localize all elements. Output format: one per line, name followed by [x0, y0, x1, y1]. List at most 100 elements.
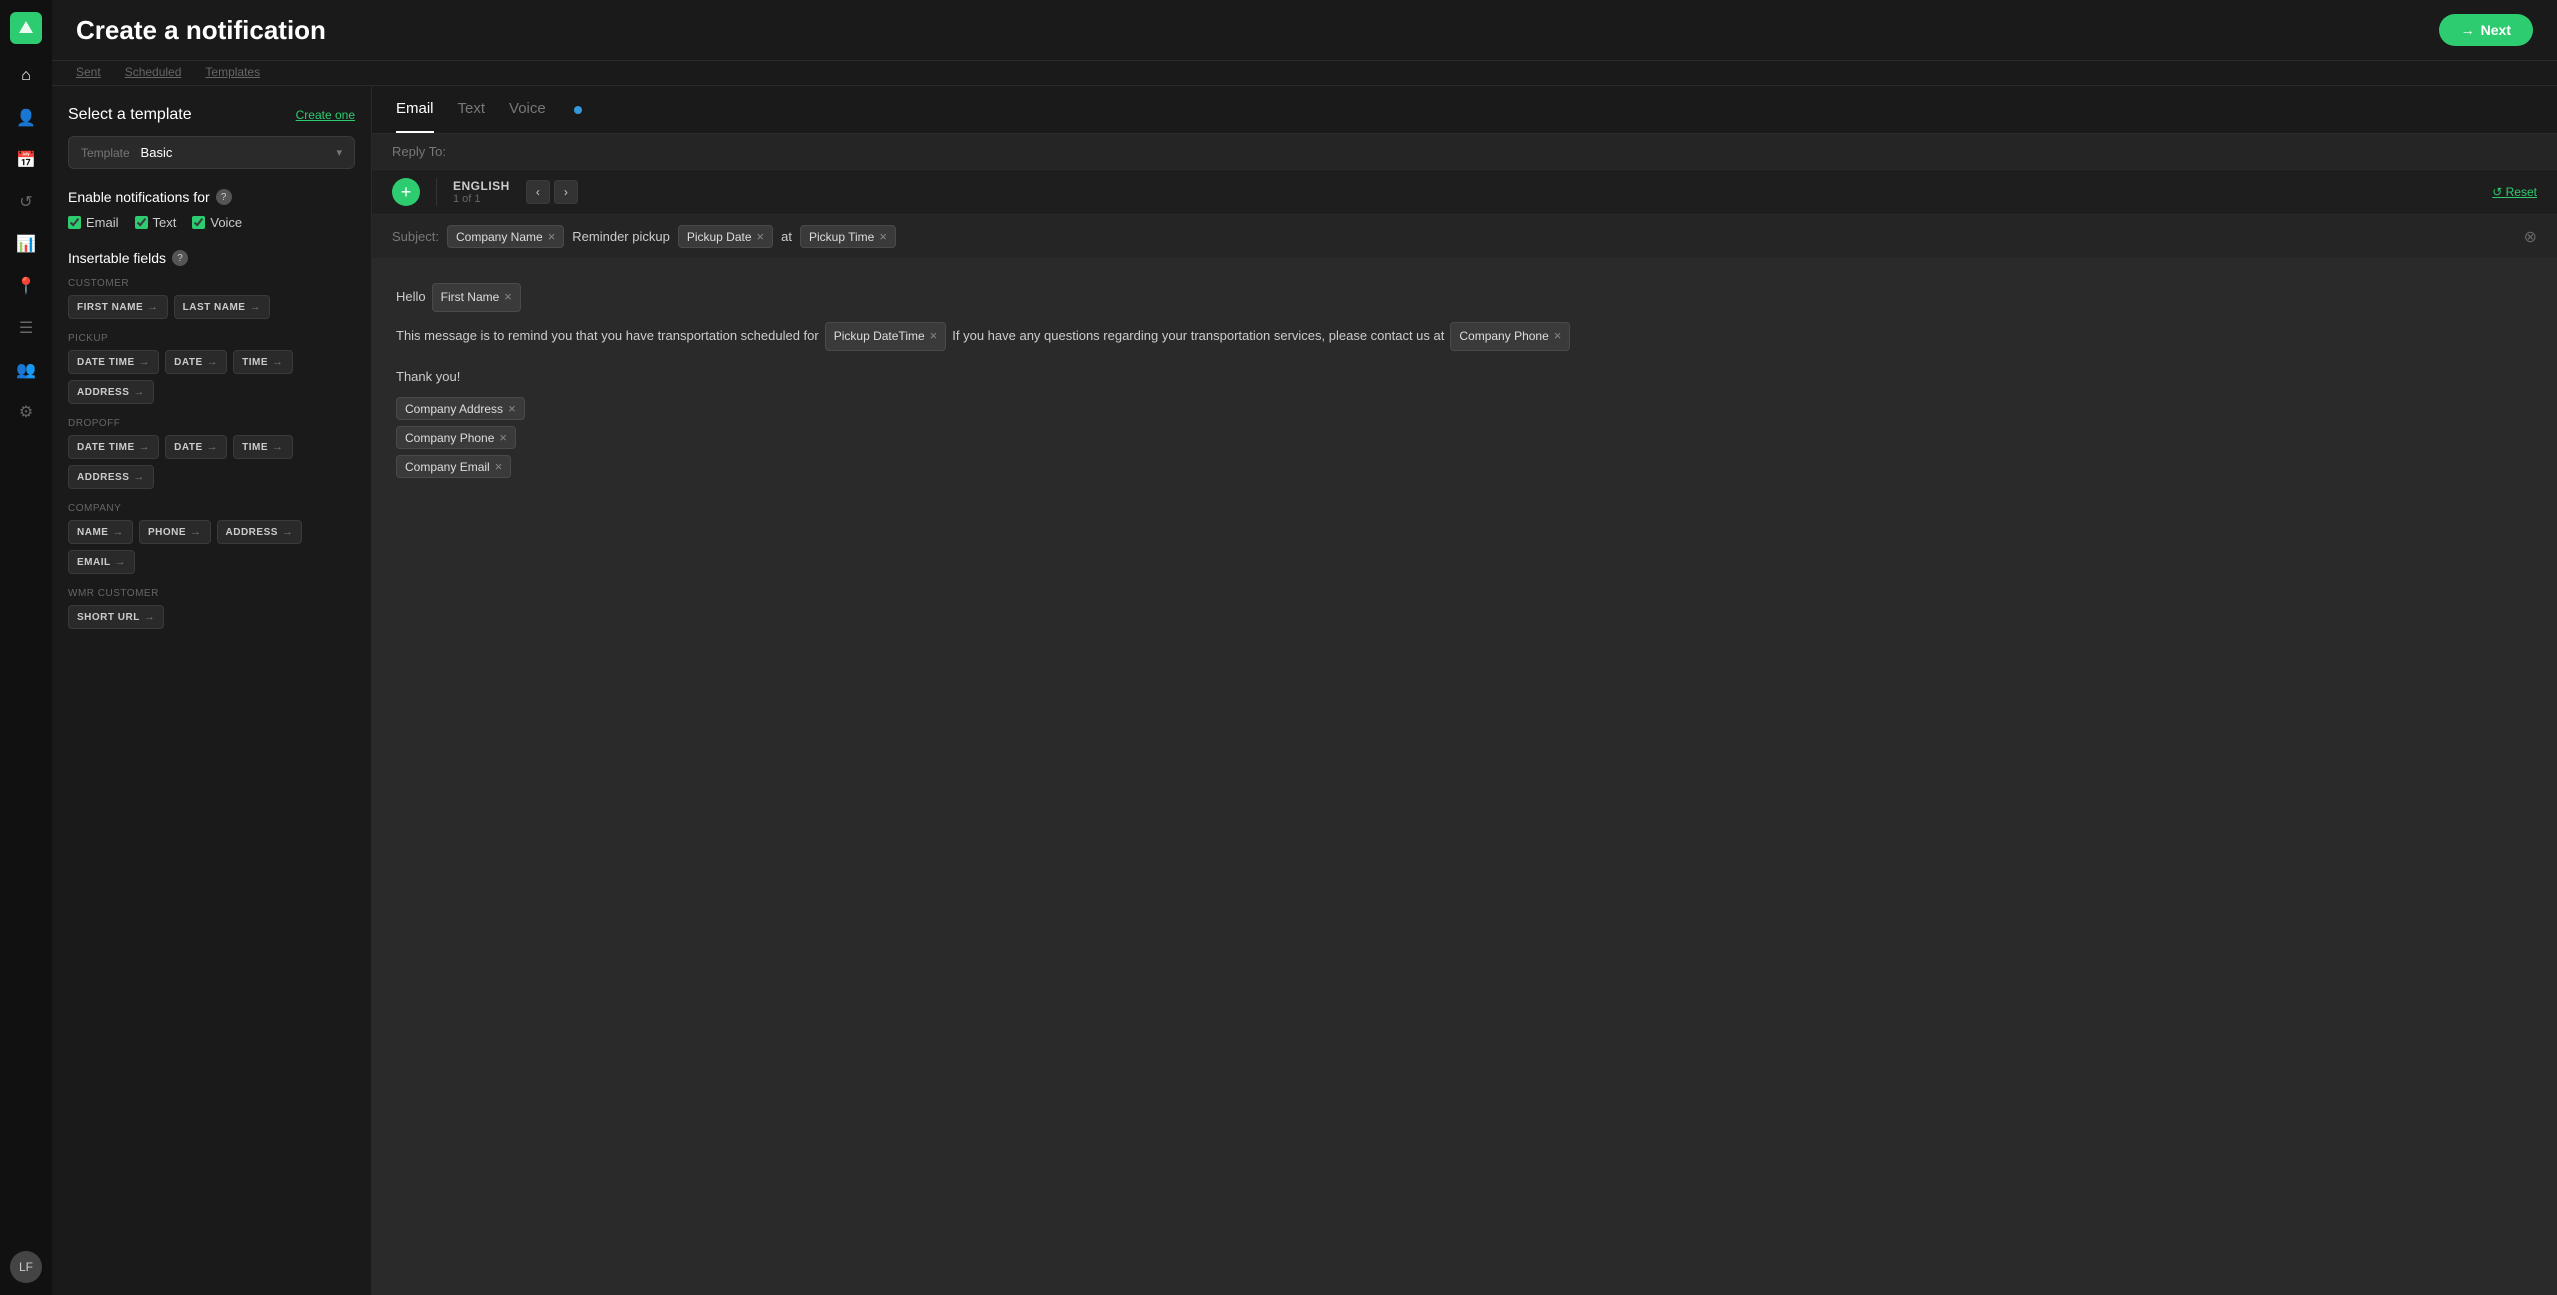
channel-tabs: Email Text Voice [372, 86, 2557, 134]
message-suffix: If you have any questions regarding your… [952, 326, 1444, 347]
field-btn-pickup-time[interactable]: TIME → [233, 350, 292, 374]
content-area: Select a template Create one Template Ba… [52, 86, 2557, 1295]
nav-icon-chart[interactable]: 📊 [8, 226, 44, 262]
language-count: 1 of 1 [453, 193, 510, 205]
next-button[interactable]: → Next [2439, 14, 2533, 46]
tab-voice[interactable]: Voice [509, 86, 546, 133]
remove-company-phone-footer-icon[interactable]: × [499, 430, 507, 445]
field-btn-pickup-address[interactable]: ADDRESS → [68, 380, 154, 404]
subnav-sent[interactable]: Sent [76, 65, 101, 85]
nav-icon-home[interactable]: ⌂ [8, 58, 44, 94]
arrow-icon: → [207, 441, 219, 453]
template-label: Template [81, 146, 130, 160]
template-dropdown[interactable]: Template Basic ▾ [68, 136, 355, 169]
nav-icon-calendar[interactable]: 📅 [8, 142, 44, 178]
arrow-icon: → [139, 441, 151, 453]
create-one-link[interactable]: Create one [296, 108, 355, 122]
chip-text: Pickup Time [809, 230, 874, 244]
email-content: Hello First Name × This message is to re… [396, 283, 2533, 478]
subject-chip-pickup-time: Pickup Time × [800, 225, 896, 248]
remove-company-address-icon[interactable]: × [508, 401, 516, 416]
pickup-address-buttons: ADDRESS → [68, 380, 355, 404]
nav-icon-history[interactable]: ↺ [8, 184, 44, 220]
dropoff-field-buttons: DATE TIME → DATE → TIME → [68, 435, 355, 459]
arrow-icon: → [272, 356, 284, 368]
chevron-down-icon: ▾ [336, 146, 342, 159]
field-btn-first-name[interactable]: FIRST NAME → [68, 295, 168, 319]
arrow-icon: → [207, 356, 219, 368]
wmr-label: WMR CUSTOMER [68, 588, 355, 599]
subject-bar: Subject: Company Name × Reminder pickup … [372, 215, 2557, 259]
field-btn-company-phone[interactable]: PHONE → [139, 520, 211, 544]
company-field-buttons: NAME → PHONE → ADDRESS → [68, 520, 355, 544]
checkbox-text[interactable]: Text [135, 215, 177, 230]
arrow-icon: → [139, 356, 151, 368]
insertable-info-icon[interactable]: ? [172, 250, 188, 266]
subject-label: Subject: [392, 229, 439, 244]
remove-pickup-datetime-icon[interactable]: × [930, 326, 938, 347]
nav-icon-team[interactable]: 👥 [8, 352, 44, 388]
nav-icon-settings[interactable]: ⚙ [8, 394, 44, 430]
field-btn-company-name[interactable]: NAME → [68, 520, 133, 544]
checkbox-email[interactable]: Email [68, 215, 119, 230]
company-email-chip: Company Email × [396, 455, 511, 478]
field-btn-dropoff-address[interactable]: ADDRESS → [68, 465, 154, 489]
chip-text: Pickup DateTime [834, 327, 925, 346]
message-prefix: This message is to remind you that you h… [396, 326, 819, 347]
remove-company-name-icon[interactable]: × [548, 229, 556, 244]
footer-chip-email: Company Email × [396, 455, 2533, 478]
subnav-scheduled[interactable]: Scheduled [125, 65, 182, 85]
insertable-fields-title: Insertable fields ? [68, 250, 355, 266]
lang-prev-button[interactable]: ‹ [526, 180, 550, 204]
chip-text: Company Name [456, 230, 543, 244]
avatar[interactable]: LF [10, 1251, 42, 1283]
pickup-field-buttons: DATE TIME → DATE → TIME → [68, 350, 355, 374]
remove-company-email-icon[interactable]: × [495, 459, 503, 474]
add-language-button[interactable]: + [392, 178, 420, 206]
field-btn-dropoff-datetime[interactable]: DATE TIME → [68, 435, 159, 459]
tab-text[interactable]: Text [458, 86, 486, 133]
subject-chip-pickup-date: Pickup Date × [678, 225, 773, 248]
chip-text: Company Phone [1459, 327, 1548, 346]
company-email-buttons: EMAIL → [68, 550, 355, 574]
insertable-fields-section: Insertable fields ? CUSTOMER FIRST NAME … [68, 250, 355, 629]
nav-icon-contacts[interactable]: 👤 [8, 100, 44, 136]
subject-clear-button[interactable]: ⊗ [2524, 227, 2537, 247]
checkbox-voice[interactable]: Voice [192, 215, 242, 230]
enable-info-icon[interactable]: ? [216, 189, 232, 205]
next-label: Next [2481, 22, 2511, 38]
reply-to-bar: Reply To: [372, 134, 2557, 170]
subnav: Sent Scheduled Templates [52, 61, 2557, 86]
reset-link[interactable]: ↺ Reset [2492, 185, 2537, 199]
remove-pickup-time-icon[interactable]: × [879, 229, 887, 244]
nav-icon-list[interactable]: ☰ [8, 310, 44, 346]
enable-notifications-section: Enable notifications for ? Email Text Vo… [68, 189, 355, 230]
footer-chip-phone: Company Phone × [396, 426, 2533, 449]
left-nav: ⌂ 👤 📅 ↺ 📊 📍 ☰ 👥 ⚙ LF [0, 0, 52, 1295]
arrow-icon: → [190, 526, 202, 538]
company-label: COMPANY [68, 503, 355, 514]
arrow-icon: → [147, 301, 159, 313]
language-bar: + ENGLISH 1 of 1 ‹ › ↺ Reset [372, 170, 2557, 215]
field-btn-short-url[interactable]: SHORT URL → [68, 605, 164, 629]
field-btn-pickup-date[interactable]: DATE → [165, 350, 227, 374]
enable-notifications-title: Enable notifications for ? [68, 189, 355, 205]
field-btn-company-address[interactable]: ADDRESS → [217, 520, 303, 544]
remove-first-name-icon[interactable]: × [504, 287, 512, 308]
field-btn-last-name[interactable]: LAST NAME → [174, 295, 270, 319]
language-name: ENGLISH [453, 179, 510, 193]
dropoff-address-buttons: ADDRESS → [68, 465, 355, 489]
remove-pickup-date-icon[interactable]: × [757, 229, 765, 244]
subnav-templates[interactable]: Templates [205, 65, 260, 85]
field-btn-pickup-datetime[interactable]: DATE TIME → [68, 350, 159, 374]
field-btn-company-email[interactable]: EMAIL → [68, 550, 135, 574]
remove-company-phone-icon[interactable]: × [1554, 326, 1562, 347]
email-body: Hello First Name × This message is to re… [372, 259, 2557, 1295]
field-btn-dropoff-time[interactable]: TIME → [233, 435, 292, 459]
chip-text: Company Email [405, 460, 490, 474]
lang-next-button[interactable]: › [554, 180, 578, 204]
field-btn-dropoff-date[interactable]: DATE → [165, 435, 227, 459]
reply-to-input[interactable] [456, 144, 2537, 159]
nav-icon-location[interactable]: 📍 [8, 268, 44, 304]
tab-email[interactable]: Email [396, 86, 434, 133]
